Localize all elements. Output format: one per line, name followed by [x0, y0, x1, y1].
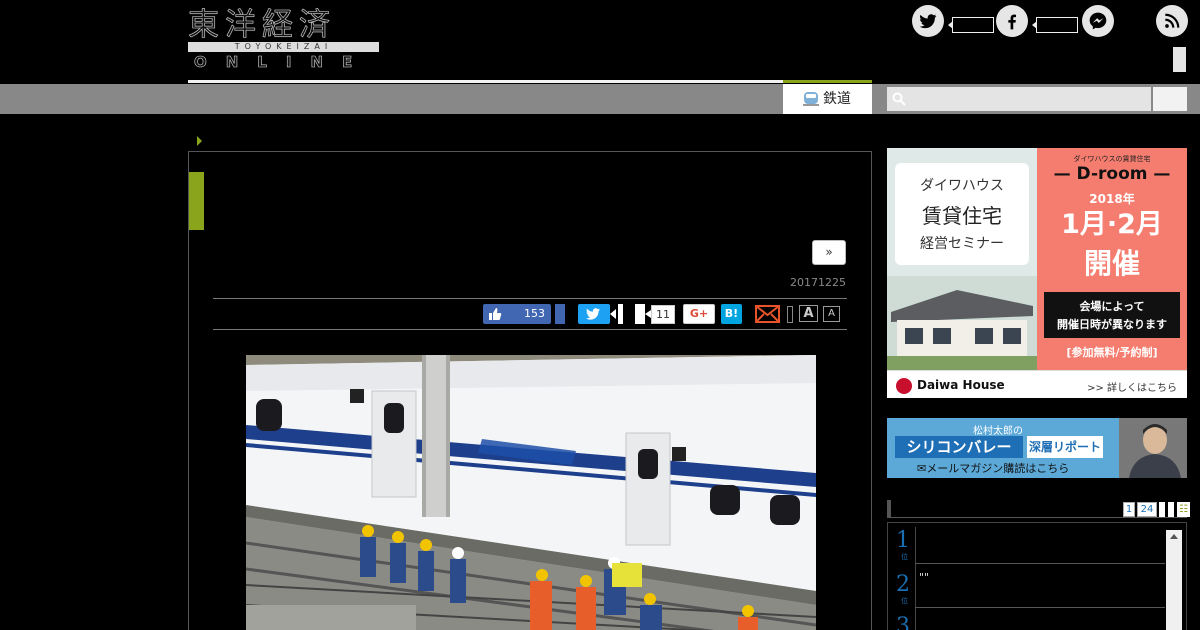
- share-button-blank[interactable]: [635, 304, 645, 324]
- daiwa-logo-text: Daiwa House: [917, 378, 1005, 392]
- ranking-page-1[interactable]: 1: [1123, 502, 1135, 517]
- ad-droom-caption: ダイワハウスの賃貸住宅: [1073, 155, 1151, 163]
- ad-more-link[interactable]: >> 詳しくはこちら: [1087, 379, 1177, 394]
- ranking-scrollbar[interactable]: [1166, 530, 1182, 630]
- rank-number: 2: [896, 572, 910, 597]
- tweet-button[interactable]: [578, 304, 610, 324]
- ad2-report: 深層リポート: [1027, 436, 1103, 458]
- ranking-divider: [915, 563, 1165, 564]
- article-photo: [246, 355, 816, 630]
- ad-year: 2018年: [1089, 192, 1135, 206]
- ranking-page-24[interactable]: 24: [1137, 502, 1157, 517]
- facebook-share-button[interactable]: [555, 304, 565, 324]
- logo-online: ONLINE: [194, 53, 372, 71]
- house-illustration: [887, 276, 1037, 370]
- ranking-list-icon[interactable]: ☷: [1177, 502, 1190, 517]
- article-panel: » 20171225 153 11 G+ B! A A: [188, 151, 872, 630]
- menu-toggle[interactable]: [1173, 47, 1186, 72]
- ad2-author-photo: [1119, 418, 1187, 478]
- breadcrumb-arrow-icon: [197, 136, 202, 146]
- ad2-subscribe-link: ✉メールマガジン購読はこちら: [917, 462, 1070, 475]
- logo-romaji: TOYOKEIZAI: [234, 42, 333, 51]
- twitter-count: [948, 17, 994, 33]
- rank-number: 1: [896, 528, 910, 553]
- thumbs-up-icon: [489, 308, 502, 320]
- facebook-count: [1032, 17, 1078, 33]
- ad-seminar-line3: 経営セミナー: [920, 236, 1004, 252]
- active-tab-indicator: [783, 80, 872, 83]
- twitter-bird-icon: [586, 308, 600, 320]
- ad-venue-line2: 開催日時が異なります: [1057, 318, 1167, 331]
- next-page-button[interactable]: »: [812, 240, 846, 265]
- title-marker: [189, 172, 204, 230]
- rank-suffix: 位: [901, 597, 908, 605]
- shinkansen-photo: [246, 355, 816, 630]
- ad2-author: 松村太郎の: [973, 426, 1023, 437]
- share-count: 11: [651, 305, 675, 324]
- ad-seminar-card: ダイワハウス 賃貸住宅 経営セミナー: [895, 163, 1029, 265]
- twitter-icon: [912, 5, 944, 37]
- search-button[interactable]: [1153, 87, 1187, 111]
- font-size-large-button[interactable]: A: [799, 305, 818, 322]
- scroll-up-icon[interactable]: [1170, 534, 1178, 539]
- ad-held: 開催: [1083, 247, 1140, 280]
- header-divider: [188, 80, 783, 83]
- ranking-page-blank-2[interactable]: [1168, 502, 1174, 517]
- silicon-valley-newsletter-ad[interactable]: 松村太郎の シリコンバレー 深層リポート ✉メールマガジン購読はこちら: [887, 418, 1187, 478]
- ad-seminar-line2: 賃貸住宅: [922, 204, 1002, 228]
- mail-icon[interactable]: [755, 305, 780, 323]
- ranking-list: 1 位 2 位 "" 3: [887, 522, 1187, 630]
- ad-venue-notice: 会場によって 開催日時が異なります: [1044, 292, 1180, 338]
- ad-droom-brand: — D-room —: [1053, 164, 1171, 184]
- daiwa-logo-icon: [896, 378, 912, 394]
- ranking-header: 1 24 ☷: [887, 500, 1190, 518]
- font-size-small-button[interactable]: A: [823, 306, 840, 322]
- tab-railway-label: 鉄道: [823, 91, 851, 107]
- ranking-divider-vertical: [915, 527, 916, 630]
- facebook-like-count: 153: [524, 307, 545, 320]
- daiwa-house-ad[interactable]: ダイワハウス 賃貸住宅 経営セミナー ダイワハウスの賃貸住宅 — D-room …: [887, 148, 1187, 398]
- search-input[interactable]: [887, 87, 1151, 111]
- ad-free-reservation: [参加無料/予約制]: [1066, 346, 1158, 359]
- hatena-bookmark-button[interactable]: B!: [721, 304, 742, 324]
- toolbar-separator: [787, 306, 793, 323]
- ad-venue-line1: 会場によって: [1079, 300, 1145, 313]
- ad-seminar-line1: ダイワハウス: [920, 178, 1004, 194]
- page: 東洋経済 TOYOKEIZAI ONLINE 鉄道 » 20171225 153…: [0, 0, 1200, 630]
- rank-number: 3: [896, 614, 910, 630]
- rss-icon: [1156, 5, 1188, 37]
- share-divider-bottom: [213, 329, 847, 330]
- rank-suffix: 位: [901, 553, 908, 561]
- share-divider-top: [213, 298, 847, 299]
- site-logo[interactable]: 東洋経済 TOYOKEIZAI ONLINE: [188, 8, 380, 70]
- article-date: 20171225: [790, 276, 846, 289]
- ranking-page-blank-1[interactable]: [1159, 502, 1165, 517]
- ad-right-panel: ダイワハウスの賃貸住宅 — D-room — 2018年 1月·2月 開催 会場…: [1037, 148, 1187, 370]
- ad-footer: Daiwa House >> 詳しくはこちら: [887, 370, 1187, 398]
- ranking-divider: [915, 607, 1165, 608]
- ad-left-panel: ダイワハウス 賃貸住宅 経営セミナー: [887, 148, 1037, 370]
- tweet-count-bubble: [610, 304, 623, 324]
- messenger-icon: [1082, 5, 1114, 37]
- ranking-widget: 1 24 ☷ 1 位 2 位 "" 3: [887, 500, 1190, 630]
- tab-railway[interactable]: 鉄道: [783, 84, 872, 114]
- train-icon: [803, 92, 819, 106]
- ad2-title: シリコンバレー: [895, 436, 1023, 458]
- google-plus-button[interactable]: G+: [683, 304, 715, 324]
- rank-title: "": [919, 571, 930, 584]
- ad-months: 1月·2月: [1061, 209, 1163, 240]
- facebook-like-button[interactable]: 153: [483, 304, 551, 324]
- facebook-icon: [996, 5, 1028, 37]
- search-icon: [892, 92, 906, 106]
- logo-kanji: 東洋経済: [188, 7, 336, 43]
